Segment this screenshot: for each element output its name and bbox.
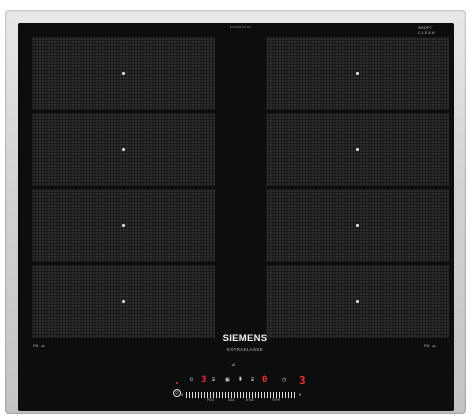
power-icon[interactable]: ⏻ bbox=[173, 389, 181, 397]
model-code: EX645FXC1E bbox=[230, 25, 251, 29]
cooking-zone-right-3[interactable] bbox=[266, 189, 449, 262]
zone-center-dot bbox=[122, 224, 125, 227]
timer-icon[interactable]: ⌸ bbox=[251, 378, 254, 383]
flexzone-indicator-right: FN ⊿‑ bbox=[424, 343, 436, 348]
slider-label-2: SAA bbox=[228, 398, 235, 402]
flexzone-icon: ⊿‑ bbox=[39, 343, 46, 348]
flexzone-label-right: FN bbox=[424, 343, 430, 348]
slider-max-label: 9 bbox=[299, 392, 302, 397]
boost-icon[interactable]: ⌸ bbox=[212, 378, 215, 383]
flexzone-icon[interactable]: ⊿ bbox=[231, 363, 235, 368]
cooking-zone-left-3[interactable] bbox=[32, 189, 215, 262]
zone-center-dot bbox=[356, 300, 359, 303]
lock-icon[interactable]: ▣ bbox=[225, 378, 230, 383]
pause-icon[interactable]: ▮ bbox=[239, 377, 242, 382]
power-level-display-right: 3 bbox=[299, 374, 306, 387]
flexzone-label-left: FN bbox=[33, 343, 39, 348]
flexzone-indicator-left: FN ⊿‑ bbox=[33, 343, 45, 348]
zone-center-dot bbox=[356, 224, 359, 227]
zone-center-dot bbox=[122, 148, 125, 151]
flexzone-icon: ⊿‑ bbox=[430, 343, 437, 348]
cooking-zone-right-1[interactable] bbox=[266, 37, 449, 110]
cooking-zone-left-1[interactable] bbox=[32, 37, 215, 110]
zone-select-icon[interactable]: ⌷ bbox=[190, 378, 193, 383]
slider-min-label: 0 bbox=[181, 392, 184, 397]
clock-icon[interactable]: ◷ bbox=[282, 378, 286, 383]
slider-label-1: POO bbox=[207, 398, 215, 402]
power-indicator-led bbox=[176, 382, 178, 384]
badge-line-2: CLEAN bbox=[418, 30, 436, 35]
feature-badge: SOOFT CLEAN bbox=[418, 25, 435, 35]
slider-label-3: BTAE bbox=[246, 398, 255, 402]
timer-display: 0 bbox=[262, 375, 268, 385]
cooking-zone-left-4[interactable] bbox=[32, 265, 215, 338]
zone-center-dot bbox=[122, 72, 125, 75]
cooking-zone-left-2[interactable] bbox=[32, 113, 215, 186]
cooking-zone-right-4[interactable] bbox=[266, 265, 449, 338]
zone-center-dot bbox=[356, 72, 359, 75]
slider-label-4: FSFH bbox=[272, 398, 281, 402]
zone-center-dot bbox=[122, 300, 125, 303]
power-level-display-left: 3 bbox=[201, 375, 207, 385]
brand-logo: SIEMENS bbox=[222, 333, 268, 344]
zone-center-dot bbox=[356, 148, 359, 151]
cooking-zone-right-2[interactable] bbox=[266, 113, 449, 186]
series-label: EXTRAKLASSE bbox=[227, 347, 263, 352]
